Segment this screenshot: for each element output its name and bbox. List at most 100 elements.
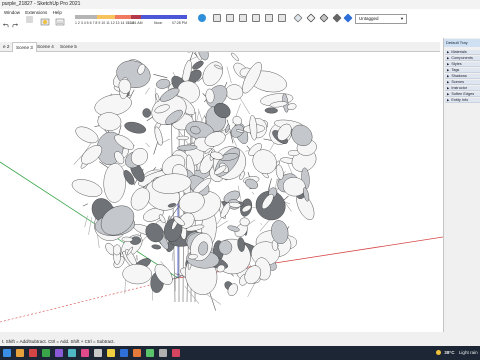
leaf-disc <box>231 52 239 61</box>
right-view-icon[interactable] <box>252 14 260 22</box>
branch-line <box>171 252 174 261</box>
redo-icon[interactable] <box>12 16 19 28</box>
leaf-disc <box>75 126 99 144</box>
taskbar-app-icon[interactable] <box>81 349 89 357</box>
expand-arrow-icon: ▶ <box>447 50 450 54</box>
tray-item-styles[interactable]: ▶ Styles <box>445 62 480 68</box>
branch-line <box>206 294 221 305</box>
branch-line <box>251 191 255 195</box>
taskbar-app-icon[interactable] <box>42 349 50 357</box>
branch-line <box>145 87 150 95</box>
tag-dropdown[interactable]: Untagged ▼ <box>355 14 407 24</box>
leaf-disc <box>188 254 198 260</box>
tray-item-label: Instructor <box>451 86 468 90</box>
tray-item-instructor[interactable]: ▶ Instructor <box>445 86 480 92</box>
expand-arrow-icon: ▶ <box>447 56 450 60</box>
top-view-icon[interactable] <box>226 14 234 22</box>
tray-item-materials[interactable]: ▶ Materials <box>445 50 480 56</box>
tray-item-components[interactable]: ▶ Components <box>445 56 480 62</box>
tree-model <box>71 52 317 311</box>
leaf-disc <box>71 179 103 197</box>
tray-item-label: Shadows <box>451 74 467 78</box>
tray-item-soften-edges[interactable]: ▶ Soften Edges <box>445 92 480 98</box>
branch-line <box>145 142 150 148</box>
month-scale: 1 2 3 4 5 6 7 8 9 10 11 12 13 14 15 16 <box>75 21 135 25</box>
default-tray: Default Tray ▶ Materials ▶ Components ▶ Sty… <box>443 38 480 338</box>
taskbar-app-icon[interactable] <box>94 349 102 357</box>
tab-scene-5[interactable]: Scene 5 <box>57 42 80 51</box>
tag-dropdown-value: Untagged <box>359 16 379 21</box>
weather-sun-icon <box>436 350 441 356</box>
front-view-icon[interactable] <box>239 14 247 22</box>
status-hint: t. Shift = Add/Subtract. Ctrl = Add. Shi… <box>0 338 480 346</box>
window-title: purple_21827 - SketchUp Pro 2021 <box>2 1 81 7</box>
leaf-disc <box>151 244 162 250</box>
branch-line <box>226 66 232 84</box>
back-view-icon[interactable] <box>265 14 273 22</box>
expand-arrow-icon: ▶ <box>447 86 450 90</box>
expand-arrow-icon: ▶ <box>447 92 450 96</box>
branch-line <box>153 140 159 155</box>
left-view-icon[interactable] <box>278 14 286 22</box>
leaf-disc <box>176 135 190 141</box>
taskbar-app-icon[interactable] <box>16 349 24 357</box>
leaf-disc <box>124 121 147 134</box>
tray-item-label: Styles <box>451 62 462 66</box>
taskbar-app-icon[interactable] <box>3 349 11 357</box>
tray-item-scenes[interactable]: ▶ Scenes <box>445 80 480 86</box>
branch-line <box>197 108 203 122</box>
weather-widget[interactable]: 38°C Light rain <box>436 346 478 360</box>
undo-icon[interactable] <box>2 16 9 28</box>
model-viewport[interactable] <box>0 52 443 332</box>
taskbar-app-icon[interactable] <box>68 349 76 357</box>
tray-item-label: Soften Edges <box>451 92 475 96</box>
branch-line <box>260 223 263 225</box>
tab-scene-4[interactable]: Scene 4 <box>34 42 57 51</box>
time-sunset-label: 07:28 PM <box>172 21 187 25</box>
fog-toggle-icon[interactable] <box>55 14 65 26</box>
leaf-disc <box>155 93 160 102</box>
taskbar-app-icon[interactable] <box>146 349 154 357</box>
taskbar-app-icon[interactable] <box>55 349 63 357</box>
tray-title: Default Tray <box>444 39 480 47</box>
tray-item-tags[interactable]: ▶ Tags <box>445 68 480 74</box>
tray-item-shadows[interactable]: ▶ Shadows <box>445 74 480 80</box>
scene-tabs: e 2 Scene 3 Scene 4 Scene 5 <box>0 42 440 52</box>
tray-item-label: Scenes <box>451 80 464 84</box>
branch-line <box>82 203 88 207</box>
tray-item-label: Materials <box>451 50 467 54</box>
time-noon-label: Noon <box>154 21 163 25</box>
taskbar-app-icon[interactable] <box>172 349 180 357</box>
taskbar-app-icon[interactable] <box>107 349 115 357</box>
expand-arrow-icon: ▶ <box>447 80 450 84</box>
status-hint-text: t. Shift = Add/Subtract. Ctrl = Add. Shi… <box>2 339 115 344</box>
zoom-extents-icon[interactable] <box>198 14 206 22</box>
tray-item-entity-info[interactable]: ▶ Entity Info <box>445 98 480 104</box>
branch-line <box>259 218 271 232</box>
tray-item-label: Components <box>451 56 473 60</box>
branch-line <box>153 74 168 79</box>
taskbar-app-icon[interactable] <box>133 349 141 357</box>
shadows-toggle-icon[interactable] <box>40 14 50 26</box>
sandbox-icon[interactable] <box>26 16 33 23</box>
expand-arrow-icon: ▶ <box>447 68 450 72</box>
leaf-disc <box>122 264 153 285</box>
taskbar-app-icon[interactable] <box>120 349 128 357</box>
leaf-disc <box>225 84 244 100</box>
title-bar: purple_21827 - SketchUp Pro 2021 <box>0 0 480 9</box>
windows-taskbar: 38°C Light rain <box>0 346 480 360</box>
model-canvas[interactable] <box>0 52 443 332</box>
taskbar-app-icon[interactable] <box>159 349 167 357</box>
leaf-disc <box>192 60 204 70</box>
taskbar-app-icon[interactable] <box>29 349 37 357</box>
iso-view-icon[interactable] <box>213 14 221 22</box>
expand-arrow-icon: ▶ <box>447 62 450 66</box>
weather-temperature: 38°C <box>444 350 455 355</box>
weather-condition: Light rain <box>458 350 478 355</box>
tray-item-label: Tags <box>451 68 460 72</box>
tab-scene-2[interactable]: e 2 <box>0 42 12 51</box>
tray-item-label: Entity Info <box>451 98 469 102</box>
expand-arrow-icon: ▶ <box>447 74 450 78</box>
expand-arrow-icon: ▶ <box>447 98 450 102</box>
chevron-down-icon: ▼ <box>400 16 404 21</box>
